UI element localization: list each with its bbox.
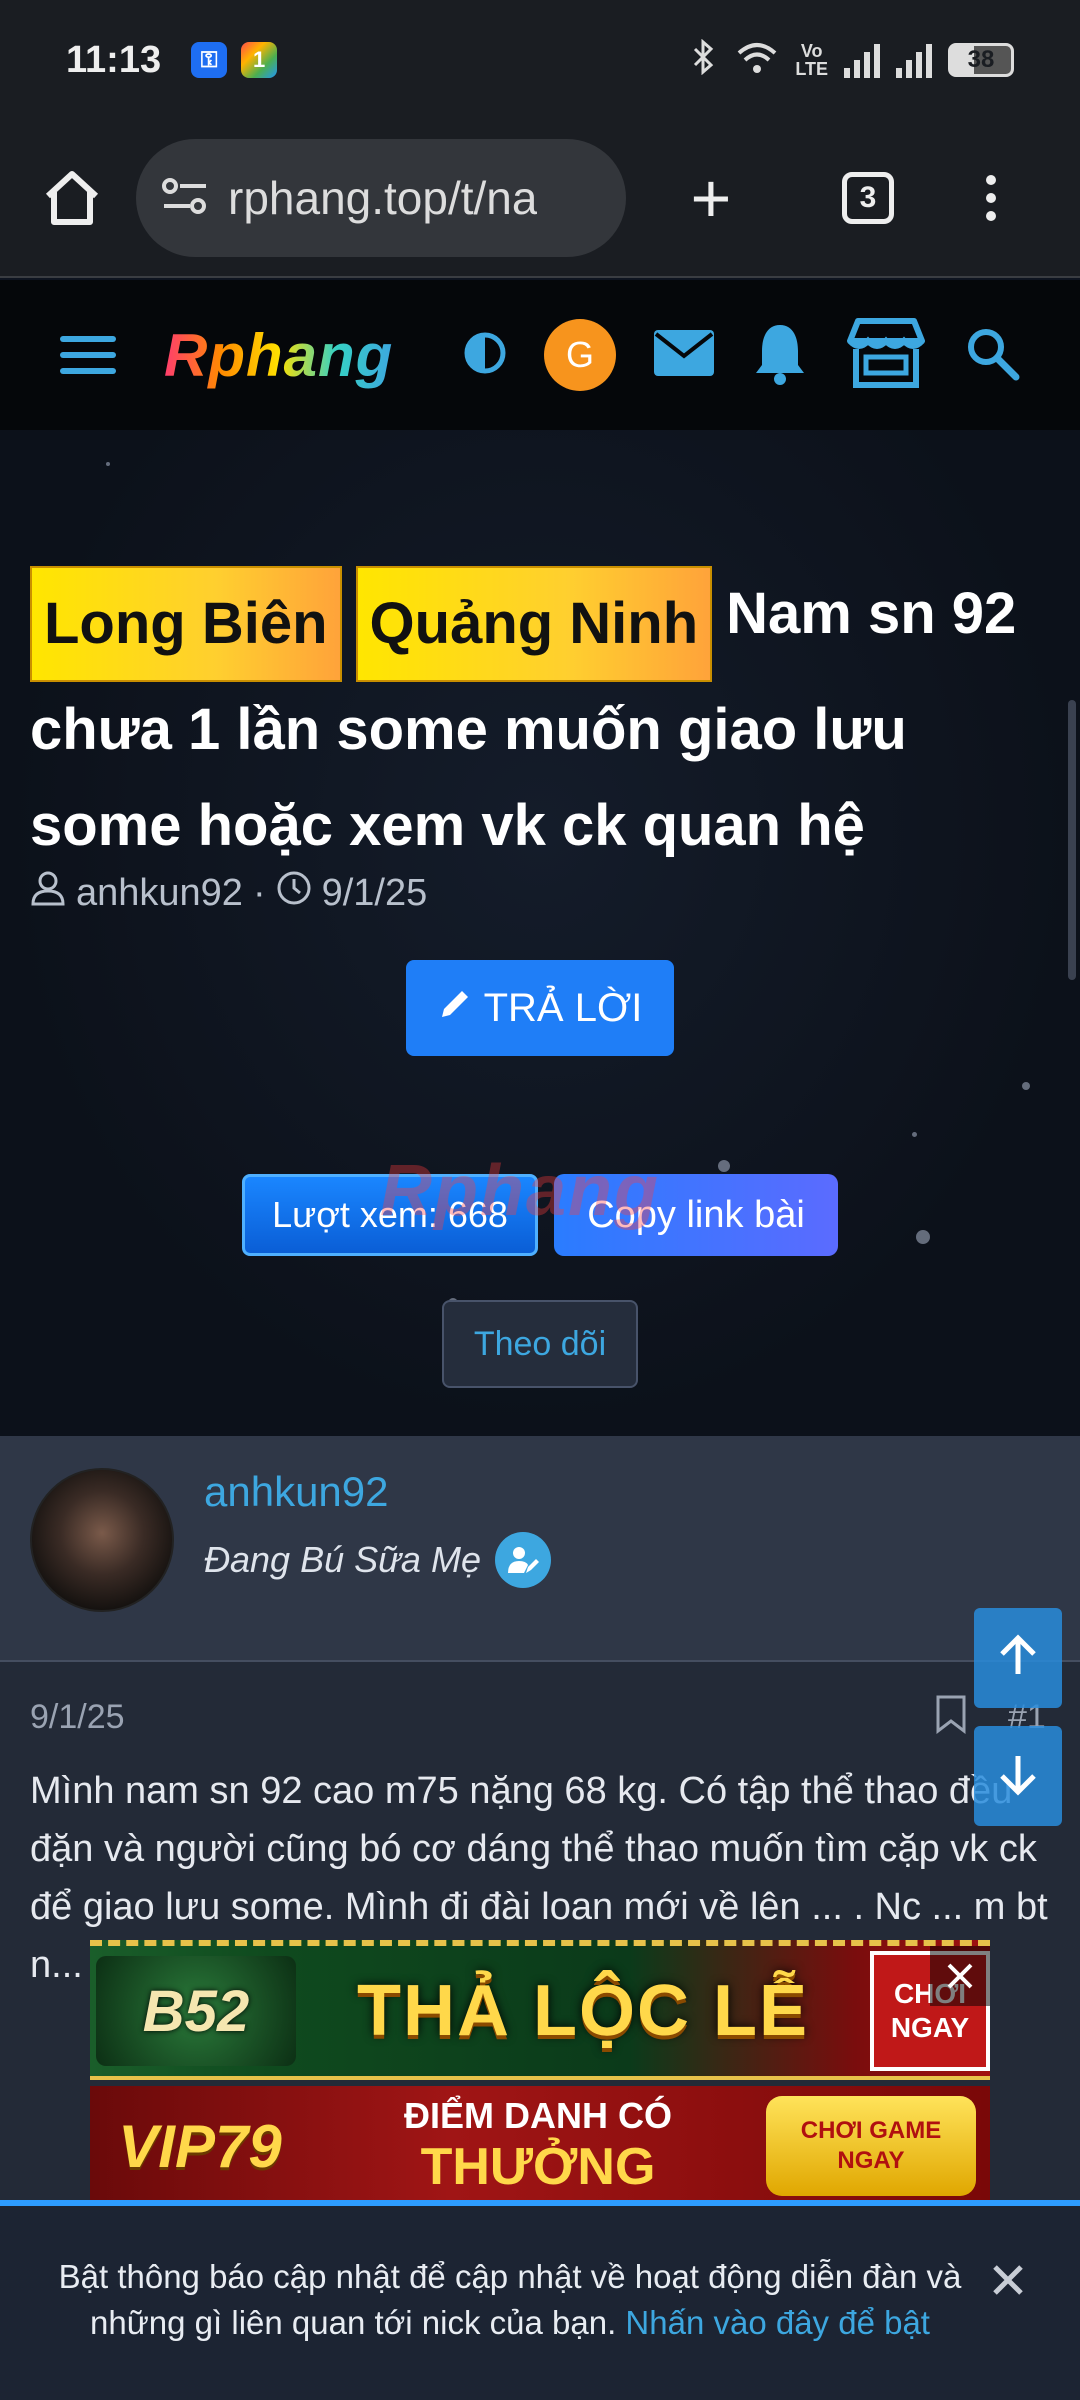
store-icon[interactable] [844,317,928,394]
close-icon[interactable] [988,2260,1028,2300]
ad-banner-b52[interactable]: B52 THẢ LỘC LỄ CHƠI NGAY [90,1940,990,2080]
thread-meta: anhkun92 · 9/1/25 [30,870,427,916]
status-bar: 11:13 ⚿ 1 Vo LTE 38 [0,0,1080,120]
volte-icon: Vo LTE [795,41,828,79]
app-notification-icon: 1 [241,42,278,78]
user-icon [30,870,66,916]
browser-toolbar: rphang.top/t/na + 3 [0,120,1080,278]
reply-label: TRẢ LỜI [483,985,643,1030]
scroll-bottom-button[interactable] [974,1726,1062,1826]
browser-menu-button[interactable] [986,175,996,221]
ad-b52-logo: B52 [96,1956,296,2066]
ad-vip79-headline: ĐIỂM DANH CÓ THƯỞNG [404,2095,672,2196]
bookmark-icon[interactable] [934,1694,968,1739]
menu-icon[interactable] [60,336,116,374]
thread-author[interactable]: anhkun92 [76,872,243,915]
site-header: Rphang G [0,280,1080,430]
meta-separator: · [252,871,266,914]
thread-date[interactable]: 9/1/25 [322,872,428,915]
address-bar[interactable]: rphang.top/t/na [136,139,626,257]
post-author-title: Đang Bú Sữa Mẹ [204,1532,551,1588]
thread-header: Long Biên Quảng Ninh Nam sn 92 chưa 1 lần … [0,430,1080,1436]
arrow-down-icon [996,1752,1040,1801]
new-tab-button[interactable]: + [676,158,746,238]
clock-icon [276,870,312,916]
push-notification-prompt: Bật thông báo cập nhật để cập nhật về ho… [0,2200,1080,2400]
bluetooth-icon [689,38,719,82]
key-icon: ⚿ [191,42,228,78]
ad-close-icon[interactable] [930,1946,990,2006]
site-logo[interactable]: Rphang [164,321,393,390]
pencil-icon [438,986,472,1031]
page-scrollbar[interactable] [1068,700,1076,980]
post-author-block: anhkun92 Đang Bú Sữa Mẹ [0,1436,1080,1662]
wifi-icon [735,39,779,82]
post-date[interactable]: 9/1/25 [30,1698,125,1737]
follow-button[interactable]: Theo dõi [442,1300,638,1388]
bell-icon[interactable] [752,321,808,390]
site-info-icon[interactable] [160,174,210,223]
ad-banner-vip79[interactable]: VIP79 ĐIỂM DANH CÓ THƯỞNG CHƠI GAME NGAY [90,2086,990,2206]
enable-notifications-link[interactable]: Nhấn vào đây để bật [625,2304,930,2341]
tab-switcher-button[interactable]: 3 [842,172,894,224]
user-avatar[interactable]: G [544,319,616,391]
battery-icon: 38 [948,43,1014,77]
signal-icon [844,42,880,78]
scroll-top-button[interactable] [974,1608,1062,1708]
user-edit-badge-icon [494,1532,551,1588]
post-author-name[interactable]: anhkun92 [204,1468,389,1516]
ad-vip79-cta[interactable]: CHƠI GAME NGAY [766,2096,976,2196]
url-text: rphang.top/t/na [228,172,538,224]
arrow-up-icon [996,1633,1040,1683]
search-icon[interactable] [964,325,1020,386]
ad-vip79-logo: VIP79 [118,2112,282,2180]
reply-button[interactable]: TRẢ LỜI [406,960,674,1056]
status-time: 11:13 [66,38,162,81]
thread-title: Long Biên Quảng Ninh Nam sn 92 chưa 1 lần … [30,566,1050,874]
ad-b52-headline: THẢ LỘC LỄ [357,1971,809,2051]
post-author-avatar[interactable] [30,1468,174,1612]
theme-toggle-icon[interactable] [462,330,508,381]
prefix-tag-quang-ninh[interactable]: Quảng Ninh [355,566,713,682]
home-icon[interactable] [40,166,104,230]
notification-message: Bật thông báo cập nhật để cập nhật về ho… [58,2258,962,2341]
user-title-text: Đang Bú Sữa Mẹ [204,1539,481,1580]
mail-icon[interactable] [652,328,716,383]
prefix-tag-long-bien[interactable]: Long Biên [30,566,342,682]
signal-icon-2 [896,42,932,78]
watermark-logo: Rphang [380,1151,660,1231]
